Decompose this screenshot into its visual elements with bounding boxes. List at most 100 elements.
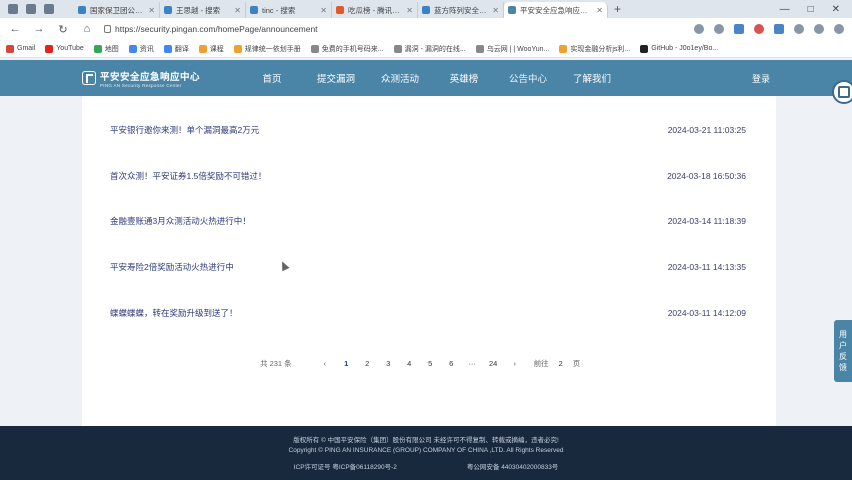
bookmark-icon — [393, 44, 402, 53]
bookmark-item[interactable]: 翻译 — [163, 44, 189, 54]
back-button[interactable]: ← — [8, 23, 22, 35]
window-controls: — □ ✕ — [780, 4, 852, 15]
tab-close-icon[interactable]: ✕ — [596, 6, 603, 15]
tab-favicon-icon — [508, 6, 516, 14]
bookmark-item[interactable]: 地图 — [93, 44, 119, 54]
bookmark-icon — [233, 44, 242, 53]
new-tab-button[interactable]: + — [608, 2, 627, 16]
tab-close-icon[interactable]: ✕ — [406, 6, 413, 15]
tab-favicon-icon — [250, 6, 258, 14]
nav-submit-vuln[interactable]: 提交漏洞 — [304, 71, 368, 85]
bookmark-item[interactable]: 免费的手机号码来... — [310, 44, 384, 54]
announcement-row[interactable]: 蝶蝶蝶蝶，转在奖励升级到送了！ 2024-03-11 14:12:09 — [82, 303, 776, 323]
bookmark-icon — [198, 44, 207, 53]
profile-badge-icon[interactable] — [832, 80, 852, 104]
nav-hero-list[interactable]: 英雄榜 — [432, 71, 496, 85]
reload-button[interactable]: ↻ — [56, 23, 70, 36]
bookmark-item[interactable]: 乌云网 | | WooYun... — [475, 44, 549, 54]
browser-tab-active[interactable]: 平安安全应急响应中心 ✕ — [504, 2, 608, 18]
favorite-star-icon[interactable] — [714, 24, 724, 34]
announcement-date: 2024-03-14 11:18:39 — [667, 216, 746, 226]
pagination-prev-button[interactable]: ‹ — [314, 359, 336, 368]
bookmark-item[interactable]: 实现金融分析js利... — [559, 44, 630, 54]
tab-close-icon[interactable]: ✕ — [492, 6, 499, 15]
tab-close-icon[interactable]: ✕ — [234, 6, 241, 15]
bookmark-item[interactable]: 课程 — [198, 44, 224, 54]
extension-icon[interactable] — [734, 24, 744, 34]
lock-icon — [104, 25, 111, 33]
bookmark-item[interactable]: GitHub - J0o1ey/Bo... — [640, 44, 718, 53]
collections-icon[interactable] — [814, 24, 824, 34]
nav-crowdtest[interactable]: 众测活动 — [368, 71, 432, 85]
pagination-total: 共 231 条 — [260, 359, 292, 368]
pagination-page[interactable]: 2 — [357, 359, 378, 368]
bookmark-item[interactable]: 资讯 — [128, 44, 154, 54]
workspaces-icon[interactable] — [26, 4, 36, 14]
pagination-page[interactable]: 3 — [378, 359, 399, 368]
announcement-title[interactable]: 金融壹账通3月众测活动火热进行中！ — [110, 215, 251, 227]
maximize-button[interactable]: □ — [808, 4, 814, 15]
pagination-page[interactable]: 4 — [399, 359, 420, 368]
nav-announcements[interactable]: 公告中心 — [496, 71, 560, 85]
announcement-title[interactable]: 平安银行邀你来测！单个漏洞最高2万元 — [110, 124, 259, 136]
browser-tab[interactable]: 王思越 - 搜索 ✕ — [160, 2, 246, 18]
close-window-button[interactable]: ✕ — [832, 4, 840, 15]
pingan-logo-icon — [82, 71, 96, 85]
browser-tab[interactable]: 国家保卫团公-搜索✕ — [74, 2, 160, 18]
site-logo[interactable]: 平安安全应急响应中心 PING AN Security Response Cen… — [82, 69, 200, 88]
bookmark-icon — [45, 44, 54, 53]
footer-registration: ICP许可证号 粤ICP备06118290号-2 粤公网安备 440304020… — [0, 461, 852, 471]
announcement-title[interactable]: 平安寿险2倍奖励活动火热进行中 — [110, 261, 234, 273]
settings-menu-icon[interactable] — [834, 24, 844, 34]
login-link[interactable]: 登录 — [752, 72, 770, 85]
announcement-list-card: 平安银行邀你来测！单个漏洞最高2万元 2024-03-21 11:03:25 首… — [82, 96, 776, 426]
browser-tab[interactable]: 蓝方阵列安全评估中心✕ — [418, 2, 504, 18]
announcement-date: 2024-03-18 16:50:36 — [667, 171, 746, 181]
announcement-row[interactable]: 平安银行邀你来测！单个漏洞最高2万元 2024-03-21 11:03:25 — [82, 120, 776, 140]
bookmark-item[interactable]: 漏洞 - 漏洞的在线... — [393, 44, 466, 54]
read-aloud-icon[interactable] — [694, 24, 704, 34]
pagination-page[interactable]: 5 — [420, 359, 441, 368]
announcement-row[interactable]: 平安寿险2倍奖励活动火热进行中 2024-03-11 14:13:35 — [82, 257, 776, 277]
announcement-row[interactable]: 首次众测！平安证券1.5倍奖励不可错过！ 2024-03-18 16:50:36 — [82, 166, 776, 186]
footer-icp[interactable]: ICP许可证号 粤ICP备06118290号-2 — [294, 461, 397, 471]
bookmark-item[interactable]: 规律统一依划手册 — [233, 44, 301, 54]
nav-about[interactable]: 了解我们 — [560, 71, 624, 85]
pagination-page[interactable]: 1 — [336, 359, 357, 368]
footer-copyright-cn: 版权所有 © 中国平安保险（集团）股份有限公司 未经许可不得复制、转载或摘编，违… — [293, 437, 559, 444]
pagination-page[interactable]: 6 — [441, 359, 462, 368]
bookmark-item[interactable]: YouTube — [45, 44, 84, 53]
announcement-row[interactable]: 金融壹账通3月众测活动火热进行中！ 2024-03-14 11:18:39 — [82, 211, 776, 231]
tab-actions-icon[interactable] — [44, 4, 54, 14]
minimize-button[interactable]: — — [780, 4, 790, 15]
system-icons — [0, 4, 74, 14]
announcement-title[interactable]: 蝶蝶蝶蝶，转在奖励升级到送了！ — [110, 307, 238, 319]
forward-button[interactable]: → — [32, 23, 46, 35]
main-nav: 首页 提交漏洞 众测活动 英雄榜 公告中心 了解我们 — [240, 71, 624, 85]
bookmark-icon — [475, 44, 484, 53]
url-field[interactable]: https://security.pingan.com/homePage/ann… — [104, 24, 684, 34]
tab-close-icon[interactable]: ✕ — [148, 6, 155, 15]
feedback-float-tab[interactable]: 用 户 反 馈 — [834, 320, 852, 382]
browser-tab[interactable]: 吃瓜榜 - 腾讯安全应急响✕ — [332, 2, 418, 18]
bookmark-icon — [310, 44, 319, 53]
pagination-page[interactable]: 24 — [483, 359, 504, 368]
profile-icon[interactable] — [8, 4, 18, 14]
tab-favicon-icon — [78, 6, 86, 14]
extension-icon[interactable] — [774, 24, 784, 34]
pagination-ellipsis[interactable]: ··· — [462, 359, 483, 368]
announcement-title[interactable]: 首次众测！平安证券1.5倍奖励不可错过！ — [110, 170, 266, 182]
tab-close-icon[interactable]: ✕ — [320, 6, 327, 15]
extension-icon[interactable] — [754, 24, 764, 34]
logo-subtitle: PING AN Security Response Center — [100, 82, 182, 88]
browser-tab[interactable]: tinc - 搜索 ✕ — [246, 2, 332, 18]
pagination-goto-input[interactable]: 2 — [551, 359, 571, 368]
bookmark-icon — [640, 44, 649, 53]
favorites-icon[interactable] — [794, 24, 804, 34]
pagination-next-button[interactable]: › — [504, 359, 526, 368]
home-button[interactable]: ⌂ — [80, 23, 94, 35]
bookmark-item[interactable]: Gmail — [6, 44, 35, 53]
footer-police-record[interactable]: 粤公网安备 44030402000833号 — [467, 461, 558, 471]
bookmark-icon — [559, 44, 568, 53]
nav-home[interactable]: 首页 — [240, 71, 304, 85]
